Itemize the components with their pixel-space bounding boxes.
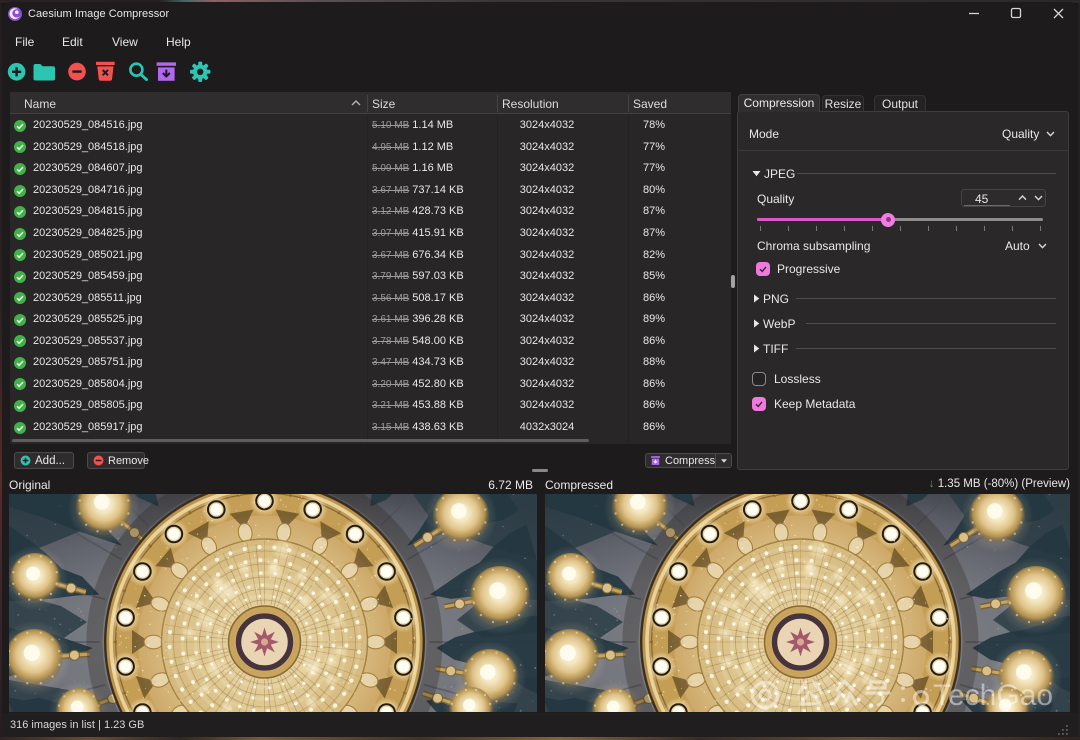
svg-text:TechGao: TechGao (933, 679, 1053, 710)
